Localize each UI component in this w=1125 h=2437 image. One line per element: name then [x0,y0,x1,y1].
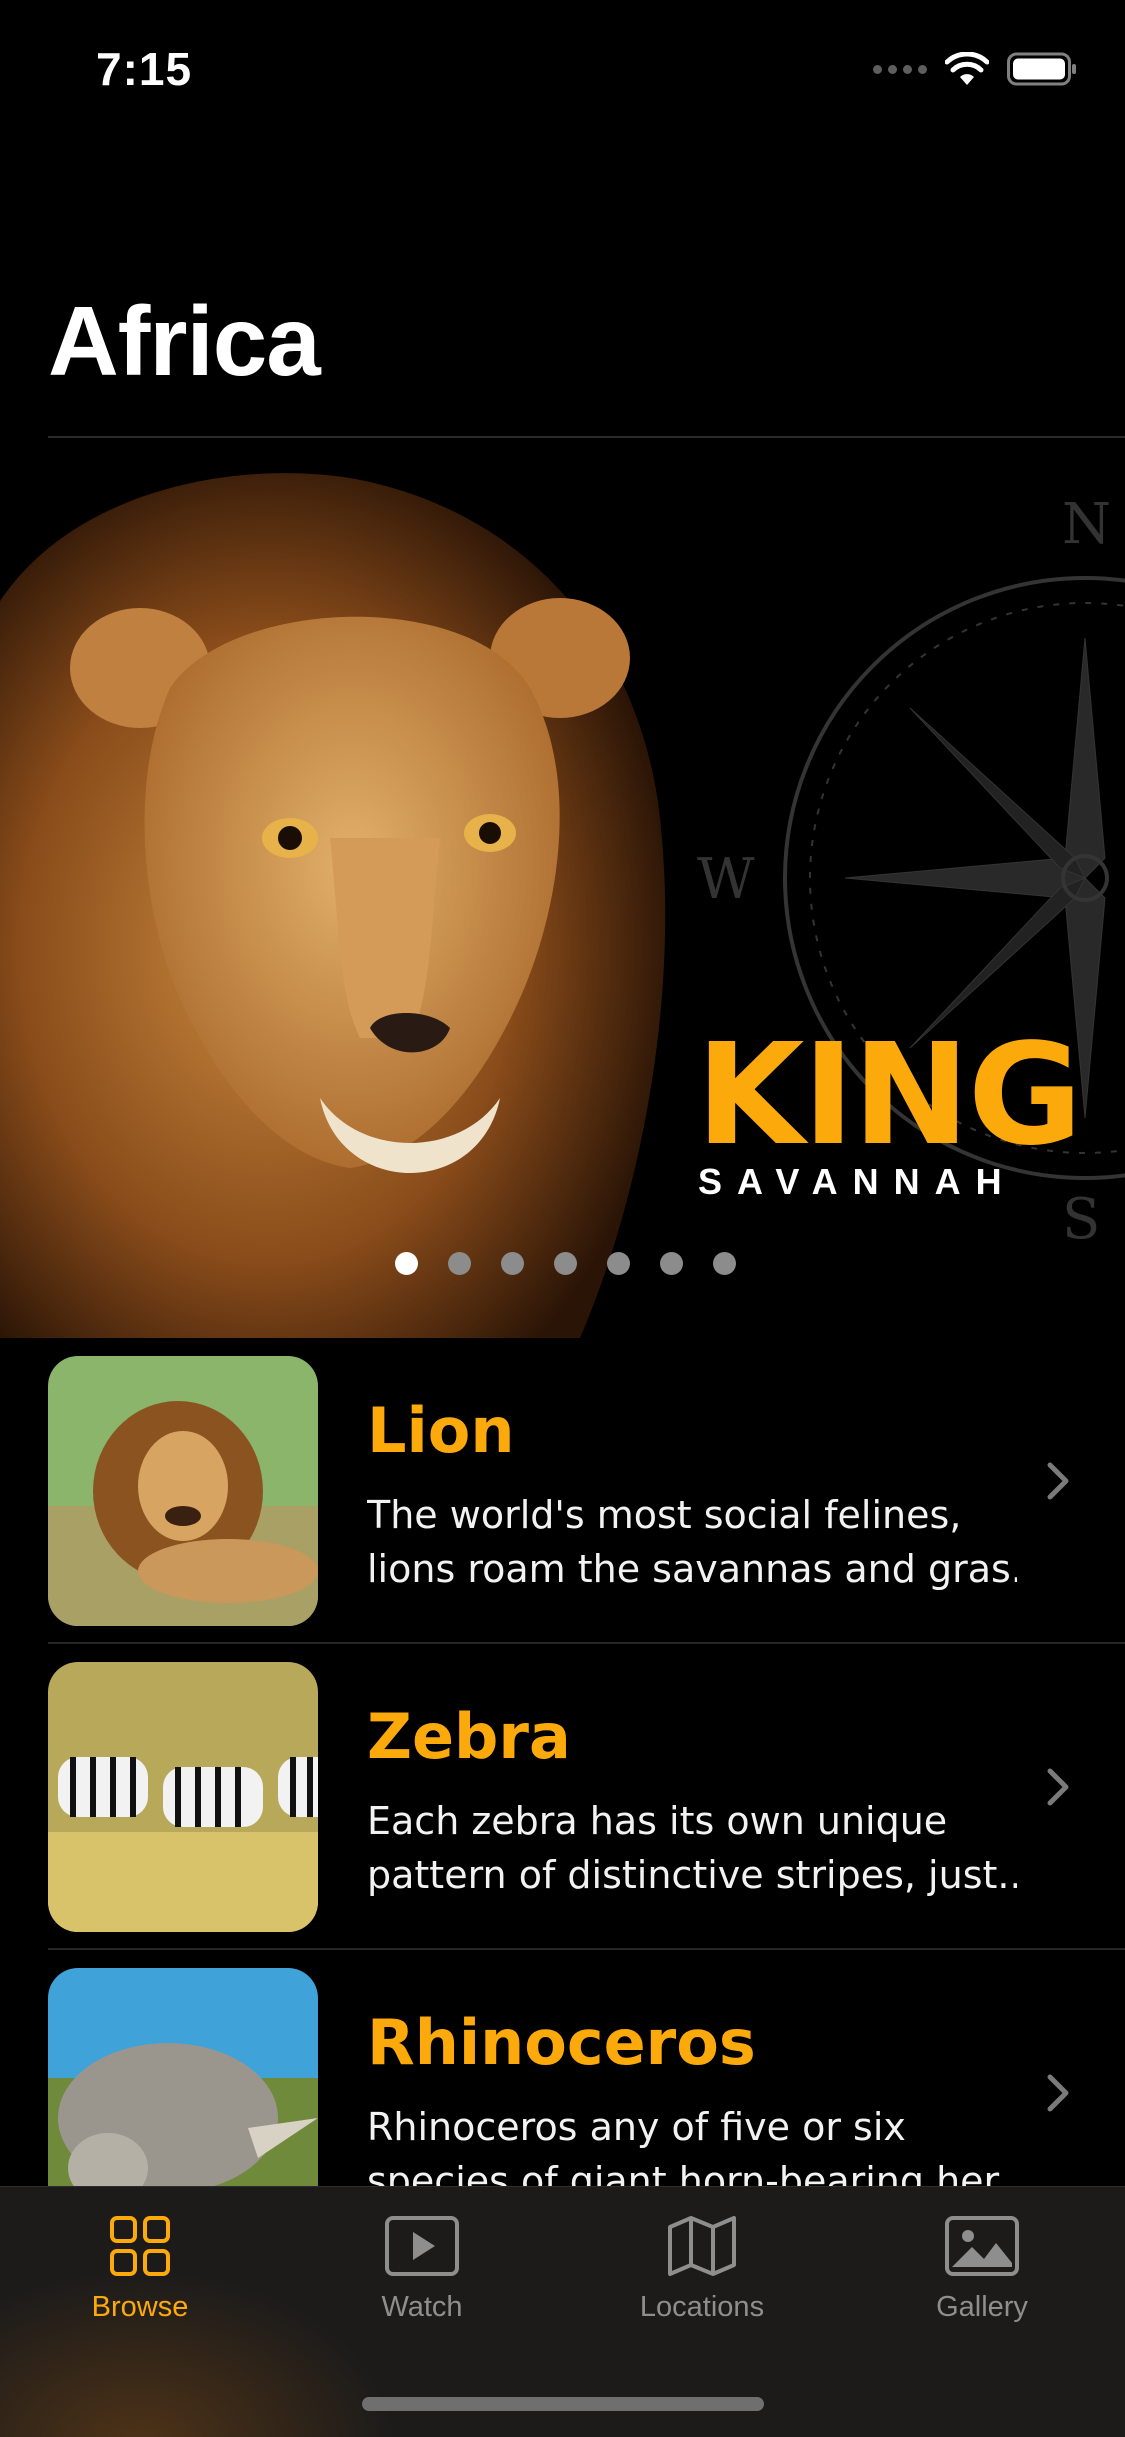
page-dot[interactable] [607,1252,630,1275]
tab-locations[interactable]: Locations [602,2215,802,2324]
grid-icon [110,2216,170,2276]
photo-icon [945,2216,1019,2276]
animal-name: Rhinoceros [367,2006,756,2079]
status-bar: 7:15 [0,0,1125,132]
page-dot[interactable] [660,1252,683,1275]
animal-description: The world's most social felines, lions r… [367,1493,1017,1591]
animal-list: Lion The world's most social felines, li… [0,1338,1125,2256]
page-title: Africa [48,286,321,396]
list-item-lion[interactable]: Lion The world's most social felines, li… [0,1338,1125,1644]
play-icon [385,2216,459,2276]
map-icon [668,2216,736,2276]
page-dot[interactable] [448,1252,471,1275]
status-icons [873,52,1077,86]
lion-illustration [0,473,666,1338]
tab-label: Gallery [936,2291,1028,2323]
hero-banner[interactable]: N W S KING SAVANNAH [0,438,1125,1338]
hero-artwork: N W S [0,473,1125,1338]
chevron-right-icon [1047,2074,1069,2112]
status-time: 7:15 [96,43,193,95]
compass-s: S [1062,1187,1100,1252]
chevron-right-icon [1047,1768,1069,1806]
zebra-thumbnail [48,1662,318,1932]
tab-label: Watch [381,2291,463,2323]
tab-label: Browse [91,2291,189,2323]
list-item-zebra[interactable]: Zebra Each zebra has its own unique patt… [0,1644,1125,1950]
wifi-icon [945,52,989,85]
compass-w: W [697,847,755,912]
page-dot[interactable] [554,1252,577,1275]
home-indicator[interactable] [362,2397,764,2411]
hero-title: KING [696,1014,1083,1177]
tab-label: Locations [639,2291,765,2323]
page-dot[interactable] [501,1252,524,1275]
tab-watch[interactable]: Watch [322,2215,522,2324]
animal-description: Each zebra has its own unique pattern of… [367,1799,1017,1897]
tab-browse[interactable]: Browse [40,2215,240,2324]
animal-name: Zebra [367,1700,571,1773]
lion-thumbnail [48,1356,318,1626]
cellular-signal-icon [873,64,927,74]
page-dot[interactable] [395,1252,418,1275]
animal-name: Lion [367,1394,515,1467]
battery-icon [1007,52,1076,86]
chevron-right-icon [1047,1462,1069,1500]
hero-subtitle: SAVANNAH [698,1161,1017,1202]
tab-gallery[interactable]: Gallery [882,2215,1082,2324]
page-dot[interactable] [713,1252,736,1275]
page-control[interactable] [395,1252,736,1275]
compass-n: N [1062,492,1111,557]
